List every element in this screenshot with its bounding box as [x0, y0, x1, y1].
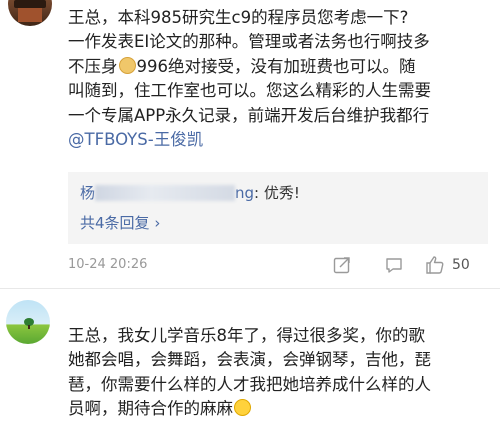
comment-meta: 10-24 20:26 50	[68, 252, 488, 280]
reply-author-suffix: ng	[235, 184, 255, 202]
comment-text: 王总，我女儿学音乐8年了，得过很多奖，你的歌 她都会唱，会舞蹈，会表演，会弹钢琴…	[68, 324, 493, 422]
user-avatar[interactable]	[6, 300, 50, 344]
comment-line-part: 员啊，期待合作的麻麻	[68, 399, 233, 419]
comment-line: 员啊，期待合作的麻麻	[68, 397, 493, 421]
doge-emoji-icon	[118, 56, 136, 74]
blurred-username	[95, 185, 236, 201]
mention-link[interactable]: @TFBOYS-王俊凯	[68, 128, 493, 152]
chevron-right-icon: ›	[154, 214, 161, 232]
comment-button[interactable]	[384, 254, 404, 276]
tree-trunk	[28, 325, 30, 329]
share-icon	[333, 257, 350, 274]
comment-icon	[386, 258, 402, 273]
comment-line: 她都会唱，会舞蹈，会表演，会弹钢琴，吉他，琵	[68, 350, 431, 370]
user-avatar[interactable]	[8, 0, 52, 26]
comment-text: 王总，本科985研究生c9的程序员您考虑一下? 一作发表EI论文的那种。管理或者…	[68, 6, 493, 152]
comment-line: 一个专属APP永久记录，前端开发后台维护我都行	[68, 105, 430, 125]
comment-line: 不压身 996绝对接受，没有加班费也可以。随	[68, 55, 493, 79]
comment-divider	[0, 288, 500, 289]
castle-wall	[18, 8, 42, 22]
like-button[interactable]: 50	[424, 254, 470, 276]
comment-line: 一作发表EI论文的那种。管理或者法务也行啊技多	[68, 32, 430, 52]
reply-count-label: 共4条回复	[80, 214, 150, 232]
comment-timestamp: 10-24 20:26	[68, 257, 148, 272]
thumbs-up-icon	[426, 256, 444, 274]
like-count: 50	[452, 257, 470, 273]
comment-line-part: 996绝对接受，没有加班费也可以。随	[136, 56, 416, 76]
reply-author-prefix: 杨	[80, 184, 96, 202]
reply-author[interactable]: 杨 ng	[80, 184, 254, 202]
castle-roof	[14, 0, 46, 8]
share-button[interactable]	[332, 254, 352, 276]
comment-line: 王总，我女儿学音乐8年了，得过很多奖，你的歌	[68, 326, 425, 345]
comment-line-part: 不压身	[68, 56, 118, 76]
comment-line: 王总，本科985研究生c9的程序员您考虑一下?	[68, 8, 409, 27]
reply-text: : 优秀!	[254, 184, 300, 202]
reply-preview[interactable]: 杨 ng: 优秀! 共4条回复 ›	[68, 172, 488, 244]
comment-line: 琶，你需要什么样的人才我把她培养成什么样的人	[68, 374, 431, 394]
reply-line: 杨 ng: 优秀!	[80, 182, 300, 203]
view-replies-link[interactable]: 共4条回复 ›	[80, 212, 160, 233]
laughing-tears-emoji-icon	[234, 399, 251, 417]
comment-line: 叫随到，住工作室也可以。您这么精彩的人生需要	[68, 81, 431, 101]
